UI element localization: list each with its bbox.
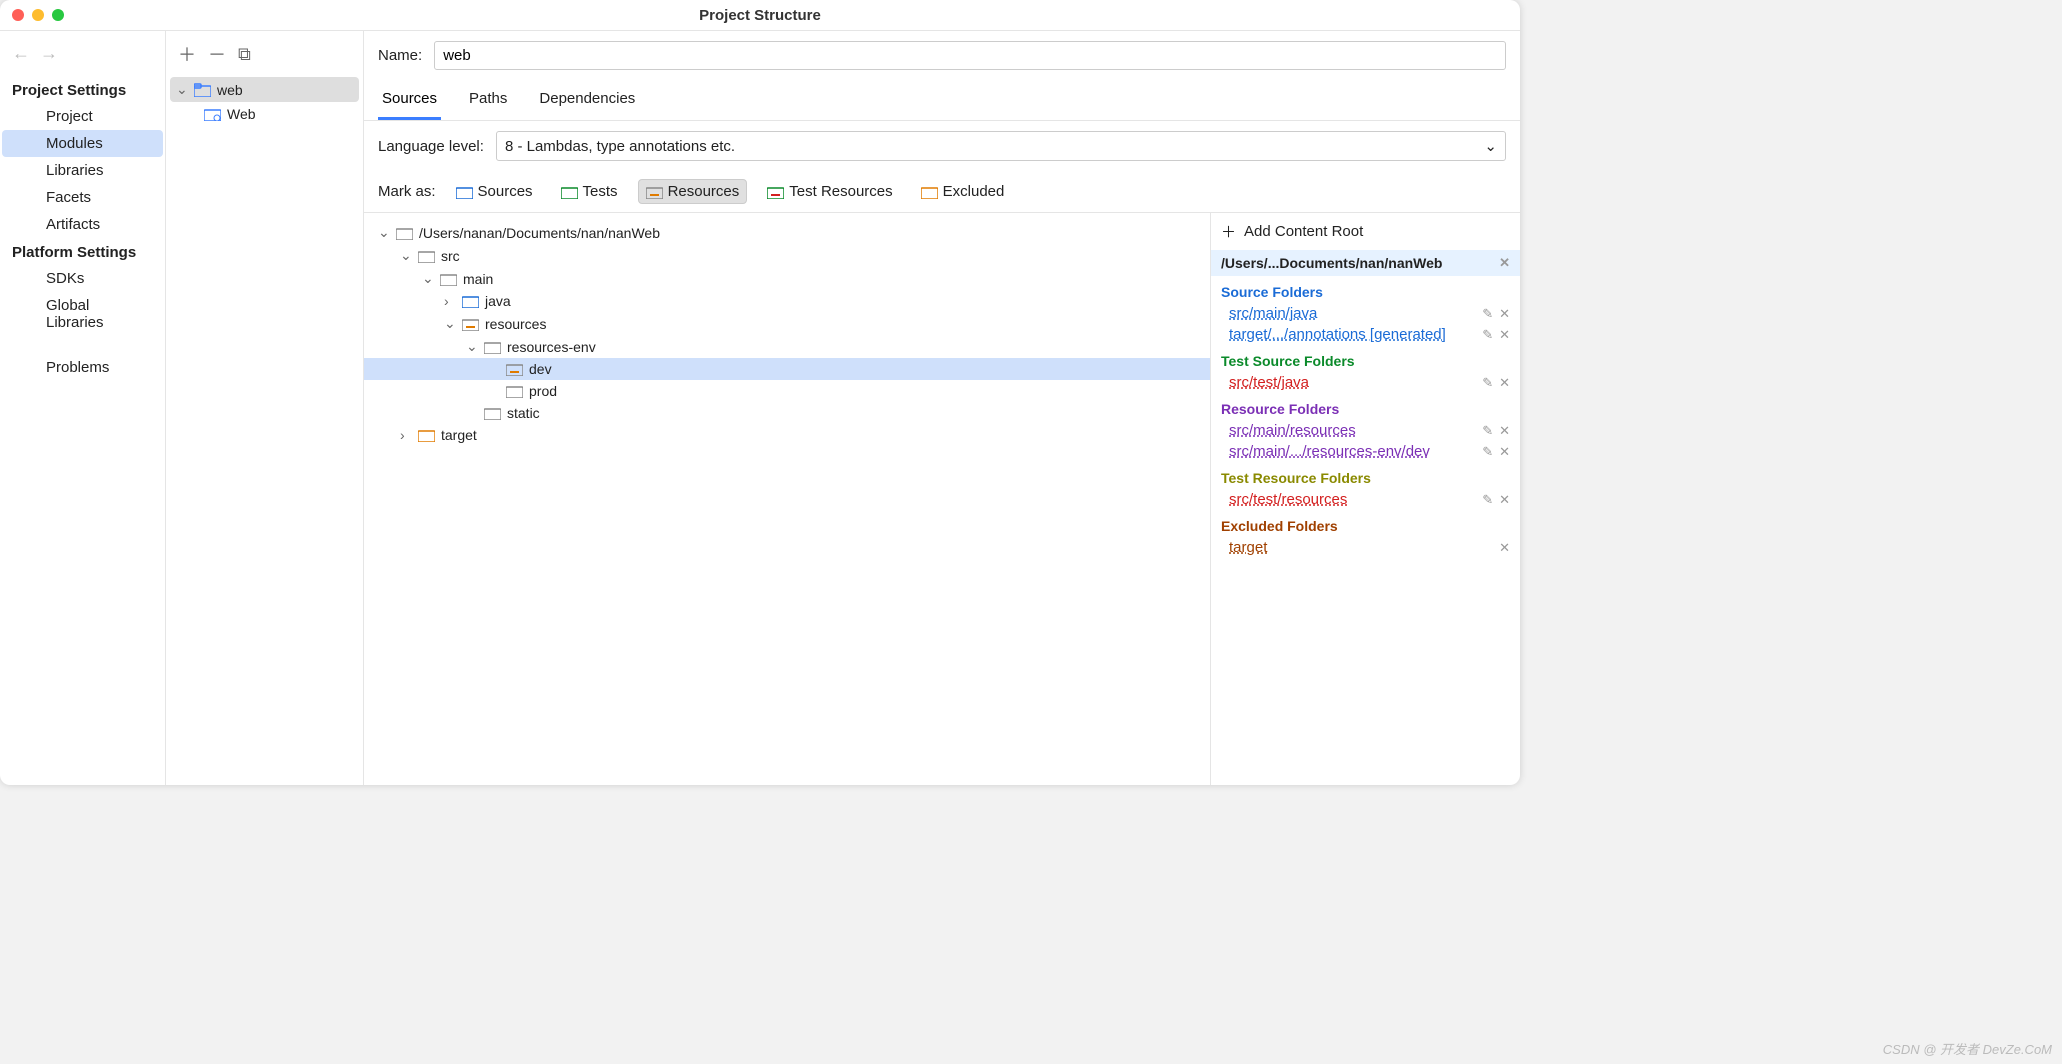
mark-as-label: Mark as: <box>378 183 436 200</box>
module-name: web <box>217 82 243 98</box>
window-title: Project Structure <box>0 7 1520 24</box>
tree-prod[interactable]: ›prod <box>364 380 1210 402</box>
name-label: Name: <box>378 47 422 64</box>
close-icon[interactable]: ✕ <box>1499 255 1510 271</box>
tree-src[interactable]: ⌄src <box>364 244 1210 267</box>
close-icon[interactable]: ✕ <box>1499 540 1510 556</box>
mark-tests-button[interactable]: Tests <box>553 179 626 204</box>
edit-icon[interactable]: ✎ <box>1482 444 1493 460</box>
mark-resources-button[interactable]: Resources <box>638 179 748 204</box>
content-tree: ⌄/Users/nanan/Documents/nan/nanWeb ⌄src … <box>364 213 1210 785</box>
nav-forward-icon[interactable]: → <box>40 43 58 64</box>
folder-group-title: Source Folders <box>1211 276 1520 303</box>
content-root-path[interactable]: /Users/...Documents/nan/nanWeb✕ <box>1211 250 1520 276</box>
edit-icon[interactable]: ✎ <box>1482 375 1493 391</box>
chevron-down-icon: ⌄ <box>176 81 188 98</box>
source-folder-icon <box>462 294 479 308</box>
close-icon[interactable]: ✕ <box>1499 327 1510 343</box>
plus-icon: ＋ <box>1221 221 1236 242</box>
folder-group-title: Resource Folders <box>1211 393 1520 420</box>
nav-facets[interactable]: Facets <box>2 184 163 211</box>
add-module-icon[interactable]: ＋ <box>178 41 196 67</box>
nav-global-libraries[interactable]: Global Libraries <box>2 292 163 336</box>
tree-static[interactable]: ›static <box>364 402 1210 424</box>
nav-libraries[interactable]: Libraries <box>2 157 163 184</box>
language-level-select[interactable]: 8 - Lambdas, type annotations etc. ⌄ <box>496 131 1506 161</box>
folder-icon <box>396 226 413 240</box>
web-module-icon <box>204 107 221 121</box>
tab-paths[interactable]: Paths <box>465 80 511 120</box>
tree-root[interactable]: ⌄/Users/nanan/Documents/nan/nanWeb <box>364 221 1210 244</box>
module-web-child[interactable]: Web <box>170 102 359 126</box>
module-folder-icon <box>194 83 211 97</box>
tree-resources[interactable]: ⌄resources <box>364 312 1210 335</box>
folder-entry[interactable]: target✕ <box>1211 537 1520 558</box>
nav-problems[interactable]: Problems <box>2 354 163 381</box>
folder-entry[interactable]: src/main/resources✎✕ <box>1211 420 1520 441</box>
close-icon[interactable]: ✕ <box>1499 444 1510 460</box>
watermark: CSDN @ 开发者 DevZe.CoM <box>1883 1039 2052 1058</box>
module-editor: Name: Sources Paths Dependencies Languag… <box>364 31 1520 785</box>
tab-sources[interactable]: Sources <box>378 80 441 120</box>
edit-icon[interactable]: ✎ <box>1482 327 1493 343</box>
excluded-folder-icon <box>418 428 435 442</box>
resource-folder-icon <box>462 317 479 331</box>
name-input[interactable] <box>434 41 1506 70</box>
add-content-root-button[interactable]: ＋Add Content Root <box>1211 213 1520 250</box>
folder-entry[interactable]: src/main/java✎✕ <box>1211 303 1520 324</box>
settings-sidebar: ← → Project Settings Project Modules Lib… <box>0 31 166 785</box>
close-icon[interactable]: ✕ <box>1499 492 1510 508</box>
nav-modules[interactable]: Modules <box>2 130 163 157</box>
copy-module-icon[interactable]: ⧉ <box>238 44 251 65</box>
tab-dependencies[interactable]: Dependencies <box>535 80 639 120</box>
mark-sources-button[interactable]: Sources <box>448 179 541 204</box>
nav-artifacts[interactable]: Artifacts <box>2 211 163 238</box>
folder-group-title: Test Resource Folders <box>1211 462 1520 489</box>
titlebar: Project Structure <box>0 0 1520 30</box>
folder-group-title: Excluded Folders <box>1211 510 1520 537</box>
tree-main[interactable]: ⌄main <box>364 267 1210 290</box>
tree-java[interactable]: ›java <box>364 290 1210 312</box>
edit-icon[interactable]: ✎ <box>1482 423 1493 439</box>
nav-sdks[interactable]: SDKs <box>2 265 163 292</box>
section-platform-settings: Platform Settings <box>0 238 165 265</box>
close-icon[interactable]: ✕ <box>1499 306 1510 322</box>
tree-target[interactable]: ›target <box>364 424 1210 446</box>
tree-resources-env[interactable]: ⌄resources-env <box>364 335 1210 358</box>
chevron-down-icon: ⌄ <box>1484 137 1497 155</box>
content-roots-panel: ＋Add Content Root /Users/...Documents/na… <box>1210 213 1520 785</box>
module-child-name: Web <box>227 106 256 122</box>
folder-icon <box>506 384 523 398</box>
language-level-label: Language level: <box>378 138 484 155</box>
mark-excluded-button[interactable]: Excluded <box>913 179 1013 204</box>
nav-project[interactable]: Project <box>2 103 163 130</box>
folder-entry[interactable]: target/.../annotations [generated]✎✕ <box>1211 324 1520 345</box>
folder-entry[interactable]: src/test/resources✎✕ <box>1211 489 1520 510</box>
modules-tree-panel: ＋ － ⧉ ⌄ web Web <box>166 31 364 785</box>
resource-folder-icon <box>506 362 523 376</box>
module-web[interactable]: ⌄ web <box>170 77 359 102</box>
close-icon[interactable]: ✕ <box>1499 423 1510 439</box>
edit-icon[interactable]: ✎ <box>1482 492 1493 508</box>
section-project-settings: Project Settings <box>0 76 165 103</box>
nav-back-icon[interactable]: ← <box>12 43 30 64</box>
folder-entry[interactable]: src/main/.../resources-env/dev✎✕ <box>1211 441 1520 462</box>
folder-entry[interactable]: src/test/java✎✕ <box>1211 372 1520 393</box>
edit-icon[interactable]: ✎ <box>1482 306 1493 322</box>
mark-test-resources-button[interactable]: Test Resources <box>759 179 900 204</box>
tree-dev[interactable]: ›dev <box>364 358 1210 380</box>
module-tabs: Sources Paths Dependencies <box>364 80 1520 121</box>
project-structure-dialog: Project Structure ← → Project Settings P… <box>0 0 1520 785</box>
folder-icon <box>440 272 457 286</box>
folder-icon <box>418 249 435 263</box>
close-icon[interactable]: ✕ <box>1499 375 1510 391</box>
folder-icon <box>484 406 501 420</box>
remove-module-icon[interactable]: － <box>208 41 226 67</box>
folder-group-title: Test Source Folders <box>1211 345 1520 372</box>
folder-icon <box>484 340 501 354</box>
